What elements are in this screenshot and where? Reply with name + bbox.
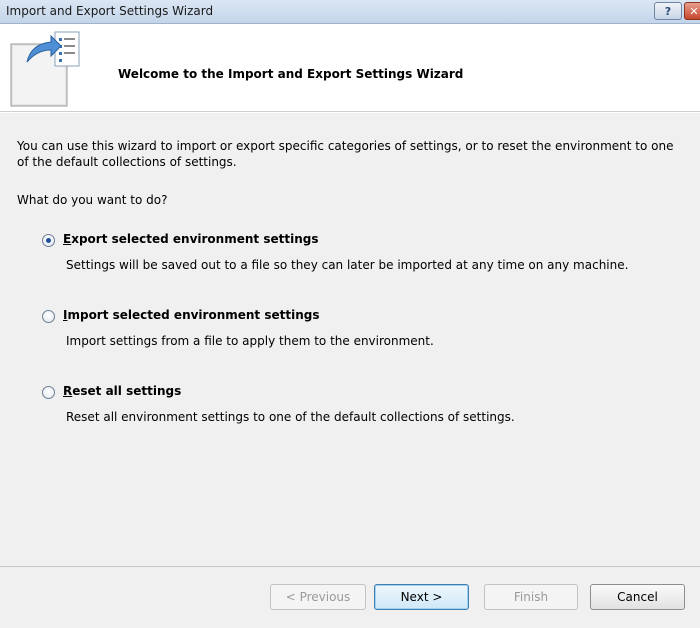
export-mnemonic: E: [63, 232, 72, 246]
window-title: Import and Export Settings Wizard: [6, 4, 214, 18]
reset-mnemonic: R: [63, 384, 73, 398]
export-settings-radio[interactable]: [42, 234, 55, 247]
previous-button[interactable]: < Previous: [270, 584, 366, 610]
reset-settings-label[interactable]: Reset all settings: [63, 384, 181, 398]
wizard-footer: < Previous Next > Finish Cancel: [0, 566, 700, 628]
question-text: What do you want to do?: [17, 193, 168, 207]
import-settings-description: Import settings from a file to apply the…: [66, 334, 434, 348]
import-label-rest: mport selected environment settings: [67, 308, 320, 322]
wizard-content: You can use this wizard to import or exp…: [0, 113, 700, 566]
close-button[interactable]: ✕: [684, 2, 700, 20]
reset-settings-radio[interactable]: [42, 386, 55, 399]
import-settings-label[interactable]: Import selected environment settings: [63, 308, 320, 322]
intro-text: You can use this wizard to import or exp…: [17, 139, 674, 169]
wizard-title: Welcome to the Import and Export Setting…: [118, 67, 464, 81]
reset-label-rest: eset all settings: [72, 384, 182, 398]
import-export-settings-icon: [10, 31, 80, 107]
export-label-rest: xport selected environment settings: [71, 232, 319, 246]
reset-settings-description: Reset all environment settings to one of…: [66, 410, 515, 424]
cancel-button[interactable]: Cancel: [590, 584, 685, 610]
wizard-header: Welcome to the Import and Export Setting…: [0, 25, 700, 112]
title-bar[interactable]: Import and Export Settings Wizard ? ✕: [0, 0, 700, 24]
next-button[interactable]: Next >: [374, 584, 469, 610]
finish-button[interactable]: Finish: [484, 584, 578, 610]
help-button[interactable]: ?: [654, 2, 682, 20]
export-settings-label[interactable]: Export selected environment settings: [63, 232, 318, 246]
import-settings-radio[interactable]: [42, 310, 55, 323]
export-settings-description: Settings will be saved out to a file so …: [66, 258, 629, 272]
